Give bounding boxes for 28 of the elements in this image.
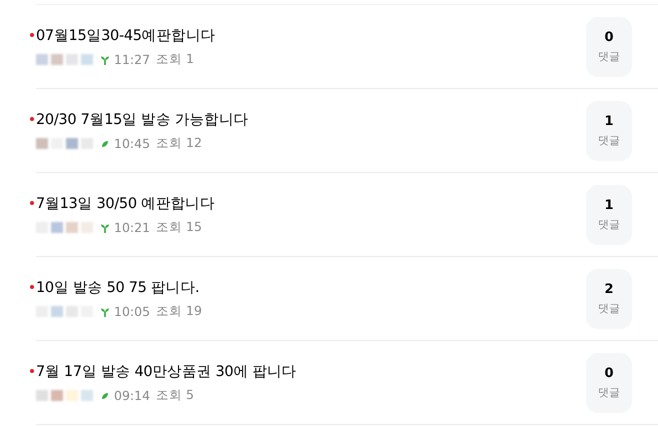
redacted-name [36,137,96,149]
post-title[interactable]: 20/30 7월15일 발송 가능합니다 [36,110,248,128]
post-time: 10:05 [114,304,150,318]
comment-count-button[interactable]: 0 댓글 [586,352,632,412]
view-count: 조회 15 [156,218,202,236]
post-title[interactable]: 7월 17일 발송 40만상품권 30에 팝니다 [36,362,296,380]
view-count: 조회 1 [156,50,194,68]
post-time: 10:45 [114,136,150,150]
redacted-name [36,389,96,401]
sprout-icon [100,222,110,232]
sprout-icon [100,306,110,316]
post-time: 09:14 [114,388,150,402]
view-count: 조회 5 [156,386,194,404]
post-time: 11:27 [114,52,150,66]
comment-count-button[interactable]: 1 댓글 [586,184,632,244]
view-count: 조회 19 [156,302,202,320]
post-time: 10:21 [114,220,150,234]
sprout-icon [100,54,110,64]
post-title[interactable]: 07월15일30-45예판합니다 [36,26,216,44]
redacted-name [36,221,96,233]
post-title[interactable]: 10일 발송 50 75 팝니다. [36,278,200,296]
redacted-name [36,305,96,317]
comment-count-button[interactable]: 1 댓글 [586,100,632,160]
comment-count-button[interactable]: 0 댓글 [586,16,632,76]
comment-count-button[interactable]: 2 댓글 [586,268,632,328]
view-count: 조회 12 [156,134,202,152]
redacted-name [36,53,96,65]
post-title[interactable]: 7월13일 30/50 예판합니다 [36,194,215,212]
